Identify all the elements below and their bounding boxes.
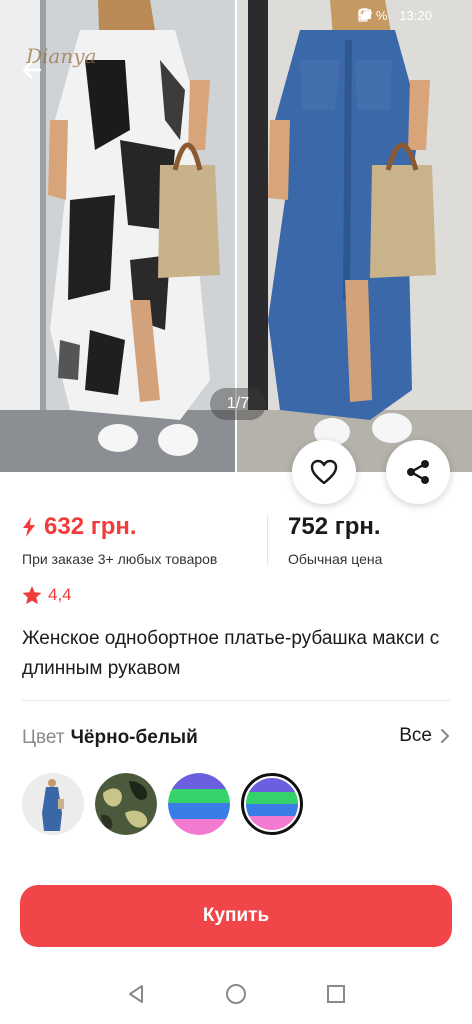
clock: 13:20 <box>399 8 432 23</box>
color-selector-header[interactable]: Цвет Чёрно-белый Все <box>22 725 450 751</box>
share-icon <box>407 460 429 484</box>
product-image-gallery[interactable]: Dianya % 13:20 1/7 <box>0 0 472 472</box>
buy-button[interactable]: Купить <box>20 885 452 947</box>
section-divider <box>22 700 450 701</box>
promo-price-block: 632 грн. При заказе 3+ любых товаров <box>22 513 217 567</box>
color-swatches <box>22 773 303 835</box>
star-icon <box>22 585 42 604</box>
image-counter: 1/7 <box>210 388 266 420</box>
system-navigation-bar <box>0 968 472 1024</box>
color-label: Цвет <box>22 727 65 748</box>
all-colors-link[interactable]: Все <box>399 725 450 747</box>
heart-icon <box>310 459 338 485</box>
home-circle-icon[interactable] <box>225 983 247 1010</box>
chevron-right-icon <box>441 729 449 743</box>
back-triangle-icon[interactable] <box>125 983 147 1010</box>
regular-price: 752 грн. <box>288 513 381 540</box>
battery-percent: % <box>375 8 388 23</box>
regular-price-label: Обычная цена <box>288 551 383 567</box>
swatch-stripes-alt-image <box>246 778 298 830</box>
recents-square-icon[interactable] <box>325 983 347 1010</box>
swatch-denim-blue[interactable] <box>22 773 84 835</box>
status-bar: % 13:20 <box>0 6 472 28</box>
share-button[interactable] <box>386 440 450 504</box>
color-selected-value: Чёрно-белый <box>70 727 198 748</box>
all-colors-label: Все <box>399 725 432 746</box>
price-divider <box>267 515 268 565</box>
price-section: 632 грн. При заказе 3+ любых товаров 752… <box>22 513 452 573</box>
back-button[interactable] <box>20 58 52 90</box>
swatch-denim-image <box>22 773 84 835</box>
regular-price-block: 752 грн. Обычная цена <box>288 513 382 567</box>
swatch-camo-image <box>95 773 157 835</box>
lightning-icon <box>23 517 35 537</box>
favorite-button[interactable] <box>292 440 356 504</box>
promo-price: 632 грн. <box>44 513 137 540</box>
product-title: Женское однобортное платье-рубашка макси… <box>22 628 440 679</box>
rating-value: 4,4 <box>48 585 72 604</box>
promo-condition: При заказе 3+ любых товаров <box>22 551 218 567</box>
rating[interactable]: 4,4 <box>22 585 72 605</box>
swatch-camouflage[interactable] <box>95 773 157 835</box>
swatch-stripes-image <box>168 773 230 835</box>
swatch-stripes[interactable] <box>168 773 230 835</box>
arrow-left-icon <box>22 61 42 79</box>
swatch-stripes-selected[interactable] <box>241 773 303 835</box>
